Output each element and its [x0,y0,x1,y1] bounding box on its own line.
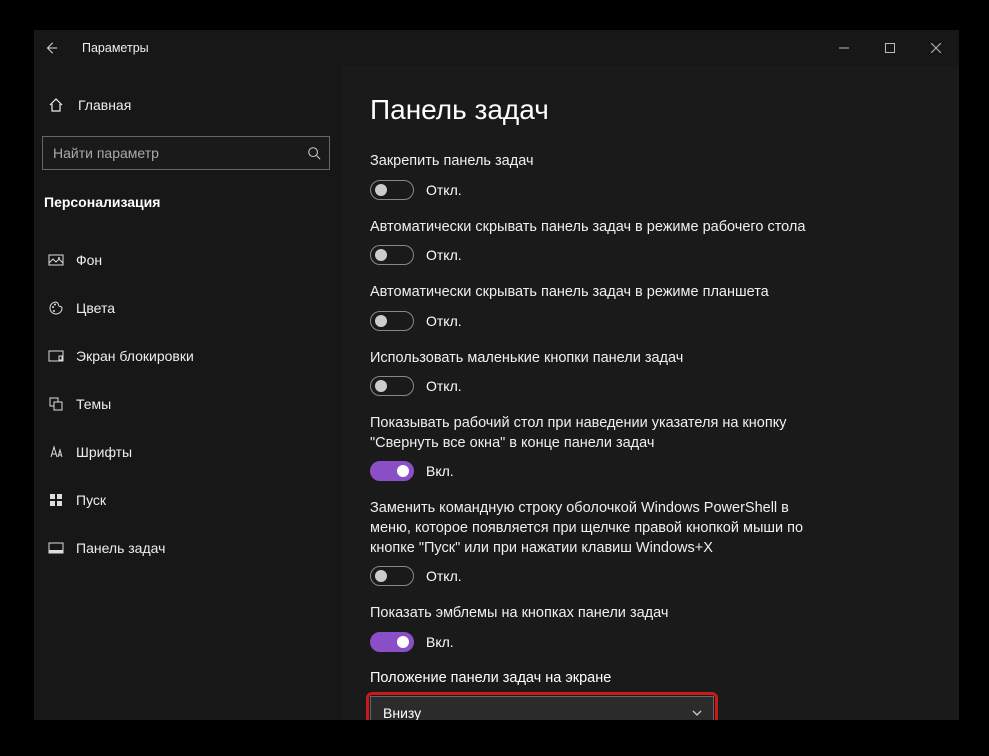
toggle-state-text: Вкл. [426,634,454,650]
setting-label: Автоматически скрывать панель задач в ре… [370,283,810,303]
toggle-row: Откл. [370,376,937,396]
toggle-switch[interactable] [370,461,414,481]
setting-row: Автоматически скрывать панель задач в ре… [370,283,937,331]
close-button[interactable] [913,30,959,66]
toggle-state-text: Откл. [426,247,462,263]
toggle-switch[interactable] [370,245,414,265]
back-button[interactable] [34,30,68,66]
toggle-row: Вкл. [370,461,937,481]
position-label: Положение панели задач на экране [370,670,937,686]
sidebar-item-label: Темы [76,396,111,412]
toggle-switch[interactable] [370,632,414,652]
toggle-knob [397,465,409,477]
sidebar-item-label: Цвета [76,300,115,316]
toggle-switch[interactable] [370,311,414,331]
sidebar-item-themes[interactable]: Темы [34,380,342,428]
setting-label: Использовать маленькие кнопки панели зад… [370,349,810,369]
start-icon [46,492,66,508]
toggle-row: Откл. [370,566,937,586]
sidebar-item-lockscreen[interactable]: Экран блокировки [34,332,342,380]
maximize-icon [885,43,895,53]
setting-label: Закрепить панель задач [370,152,810,172]
chevron-down-icon [691,707,703,719]
toggle-state-text: Откл. [426,313,462,329]
arrow-left-icon [44,41,58,55]
taskbar-position-dropdown[interactable]: Внизу [370,696,714,720]
home-icon [46,97,66,113]
close-icon [931,43,941,53]
page-title: Панель задач [370,94,937,126]
toggle-switch[interactable] [370,180,414,200]
sidebar-item-start[interactable]: Пуск [34,476,342,524]
setting-label: Заменить командную строку оболочкой Wind… [370,499,810,558]
taskbar-icon [46,540,66,556]
toggle-state-text: Вкл. [426,463,454,479]
sidebar-item-fonts[interactable]: Шрифты [34,428,342,476]
toggle-switch[interactable] [370,376,414,396]
fonts-icon [46,444,66,460]
sidebar-item-label: Панель задач [76,540,165,556]
toggle-state-text: Откл. [426,182,462,198]
window-title: Параметры [82,41,149,55]
toggle-knob [397,636,409,648]
sidebar: Главная Персонализация Фон [34,66,342,720]
toggle-row: Откл. [370,180,937,200]
setting-label: Автоматически скрывать панель задач в ре… [370,218,810,238]
content-area: Панель задач Закрепить панель задач Откл.… [342,66,959,720]
maximize-button[interactable] [867,30,913,66]
sidebar-item-colors[interactable]: Цвета [34,284,342,332]
search-icon [307,146,321,160]
titlebar: Параметры [34,30,959,66]
picture-icon [46,252,66,268]
search-box[interactable] [42,136,330,170]
sidebar-item-label: Шрифты [76,444,132,460]
palette-icon [46,300,66,316]
toggle-state-text: Откл. [426,378,462,394]
toggle-knob [375,184,387,196]
lockscreen-icon [46,348,66,364]
sidebar-item-label: Пуск [76,492,106,508]
toggle-knob [375,315,387,327]
setting-label: Показывать рабочий стол при наведении ук… [370,414,810,453]
setting-row: Автоматически скрывать панель задач в ре… [370,218,937,266]
setting-row: Показывать рабочий стол при наведении ук… [370,414,937,481]
setting-row: Использовать маленькие кнопки панели зад… [370,349,937,397]
themes-icon [46,396,66,412]
minimize-icon [839,43,849,53]
setting-row: Показать эмблемы на кнопках панели задач… [370,604,937,652]
search-input[interactable] [53,145,307,161]
sidebar-section-title: Персонализация [34,188,342,222]
sidebar-home[interactable]: Главная [34,84,342,126]
settings-window: Параметры Главная [34,30,959,720]
setting-label: Показать эмблемы на кнопках панели задач [370,604,810,624]
sidebar-item-background[interactable]: Фон [34,236,342,284]
toggle-row: Откл. [370,245,937,265]
toggle-state-text: Откл. [426,568,462,584]
toggle-switch[interactable] [370,566,414,586]
toggle-knob [375,380,387,392]
setting-row: Закрепить панель задач Откл. [370,152,937,200]
sidebar-item-label: Экран блокировки [76,348,194,364]
sidebar-home-label: Главная [78,97,131,113]
toggle-row: Вкл. [370,632,937,652]
toggle-knob [375,249,387,261]
sidebar-nav: Фон Цвета Экран блокировки [34,236,342,572]
sidebar-item-taskbar[interactable]: Панель задач [34,524,342,572]
toggle-row: Откл. [370,311,937,331]
setting-row: Заменить командную строку оболочкой Wind… [370,499,937,586]
dropdown-value: Внизу [383,705,421,720]
minimize-button[interactable] [821,30,867,66]
sidebar-item-label: Фон [76,252,102,268]
toggle-knob [375,570,387,582]
